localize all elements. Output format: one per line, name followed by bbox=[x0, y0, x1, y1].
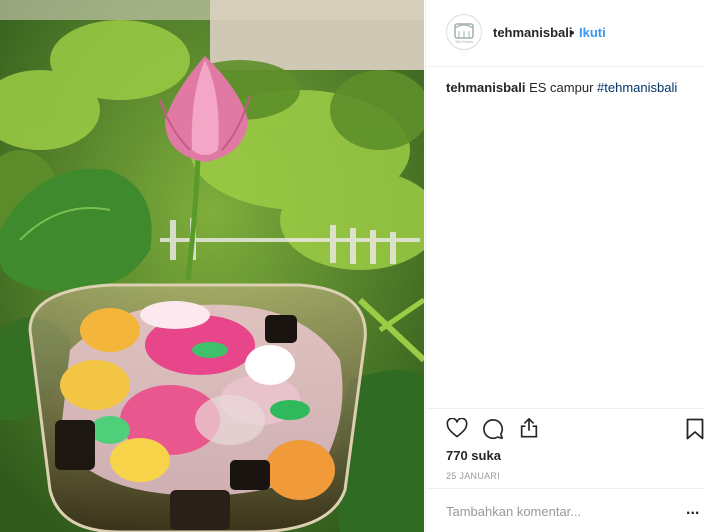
caption-text: ES campur bbox=[529, 80, 594, 95]
post-image bbox=[0, 0, 424, 532]
post-photo[interactable] bbox=[0, 0, 424, 532]
post-details-panel: Teh Manis tehmanisbali • Ikuti tehmanisb… bbox=[425, 0, 721, 532]
post-header: Teh Manis tehmanisbali • Ikuti bbox=[426, 0, 704, 67]
header-username-link[interactable]: tehmanisbali bbox=[493, 25, 572, 40]
caption-hashtag-link[interactable]: #tehmanisbali bbox=[597, 80, 677, 95]
avatar[interactable]: Teh Manis bbox=[446, 14, 482, 50]
avatar-text: Teh Manis bbox=[455, 39, 473, 44]
post-caption: tehmanisbali ES campur #tehmanisbali bbox=[446, 80, 677, 95]
separator-dot: • bbox=[570, 25, 575, 40]
bookmark-icon[interactable] bbox=[686, 418, 704, 440]
comment-divider bbox=[426, 488, 704, 489]
comment-input[interactable] bbox=[446, 500, 666, 522]
more-options-button[interactable]: ... bbox=[686, 502, 699, 518]
actions-divider bbox=[426, 408, 704, 409]
heart-icon[interactable] bbox=[446, 418, 468, 438]
comment-icon[interactable] bbox=[482, 418, 504, 440]
follow-button[interactable]: Ikuti bbox=[579, 25, 606, 40]
avatar-logo-icon: Teh Manis bbox=[454, 23, 474, 44]
likes-count[interactable]: 770 suka bbox=[446, 448, 501, 463]
caption-username-link[interactable]: tehmanisbali bbox=[446, 80, 525, 95]
share-icon[interactable] bbox=[518, 417, 540, 439]
post-date[interactable]: 25 JANUARI bbox=[446, 471, 500, 481]
